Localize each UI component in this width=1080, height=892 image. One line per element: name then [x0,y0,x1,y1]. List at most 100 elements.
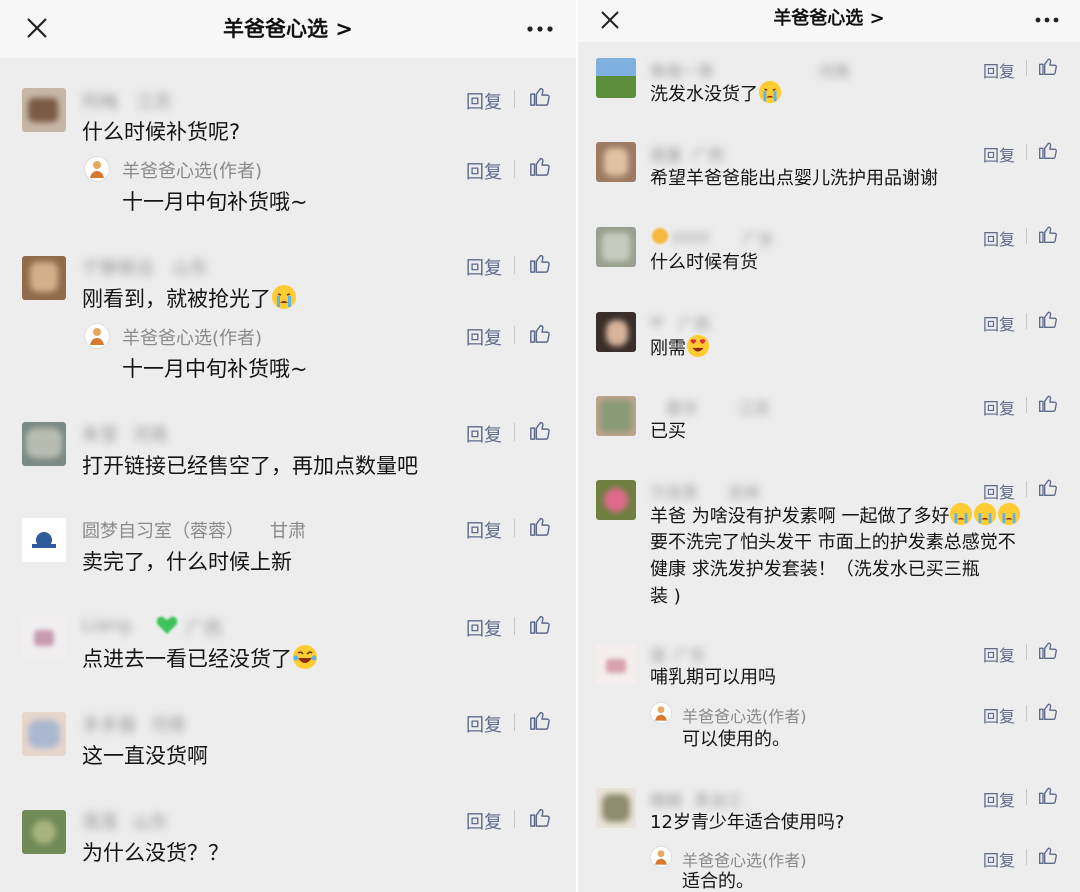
commenter-location: 河南 [132,425,168,446]
reply-button[interactable]: 回复 [983,847,1015,871]
avatar [22,256,66,300]
cry-emoji [272,285,296,309]
like-icon[interactable] [1038,785,1058,805]
left-header: 羊爸爸心选 > [0,0,576,58]
avatar [596,227,636,267]
avatar [22,810,66,854]
like-icon[interactable] [1038,845,1058,865]
cry-emoji [974,502,997,526]
commenter-name: 楠楠 [650,791,683,810]
commenter-location: 广西 [692,146,725,165]
divider [1026,789,1027,805]
like-icon[interactable] [529,613,551,635]
commenter-location: 黑龙江 [694,791,743,810]
commenter-location: 广东 [674,646,707,665]
like-icon[interactable] [529,419,551,441]
reply-button[interactable]: 回复 [983,142,1015,166]
right-comment-panel: 羊爸爸心选 > 等我一等 河南 洗发水没货了 回复 蓓蕾 广西 希望羊爸爸能出点… [578,0,1080,892]
green-heart-icon [156,616,178,634]
left-comment-panel: 羊爸爸心选 > 阿梅 江苏 什么时候补货呢? 回复 羊爸爸心选(作者) 十一月中… [0,0,576,892]
comment-text: 刚需 [650,334,710,362]
reply-button[interactable]: 回复 [466,711,502,737]
commenter-name: 阿梅 [82,92,118,113]
commenter-name: 宁静致远 [82,258,154,279]
like-icon[interactable] [1038,56,1058,76]
reply-button[interactable]: 回复 [466,158,502,184]
reply-button[interactable]: 回复 [983,479,1015,503]
thumbs-emoji [652,228,668,244]
comment-text: 洗发水没货了 [650,80,782,108]
avatar [596,788,636,828]
divider [514,713,515,731]
author-name: 羊爸爸心选(作者) [122,328,263,349]
comment-text-line: 羊爸 为啥没有护发素啊 一起做了多好 [650,502,1021,530]
cry-emoji [998,502,1021,526]
comment-text: 点进去一看已经没货了 [82,643,318,673]
commenter-name: yyyy [672,226,710,245]
author-avatar-icon [650,846,672,868]
avatar [22,616,66,660]
author-reply-text: 可以使用的。 [682,729,790,750]
like-icon[interactable] [1038,309,1058,329]
cry-emoji [758,80,782,104]
commenter-location: 广西 [186,619,222,640]
like-icon[interactable] [1038,701,1058,721]
more-icon[interactable] [526,25,554,33]
divider [514,519,515,537]
like-icon[interactable] [529,709,551,731]
comment-text: 卖完了，什么时候上新 [82,550,292,574]
reply-button[interactable]: 回复 [466,615,502,641]
comment-text: 12岁青少年适合使用吗? [650,812,845,833]
reply-button[interactable]: 回复 [466,88,502,114]
reply-button[interactable]: 回复 [983,311,1015,335]
commenter-name: 多多猫 [82,715,136,736]
like-icon[interactable] [529,155,551,177]
avatar [22,88,66,132]
avatar [596,480,636,520]
like-icon[interactable] [1038,224,1058,244]
like-icon[interactable] [1038,140,1058,160]
comment-text-line: 要不洗完了怕头发干 市面上的护发素总感觉不 [650,532,1016,553]
more-icon[interactable] [1034,16,1060,24]
reply-button[interactable]: 回复 [983,703,1015,727]
commenter-location: 江苏 [738,399,771,418]
like-icon[interactable] [1038,477,1058,497]
reply-button[interactable]: 回复 [466,517,502,543]
comment-text: 希望羊爸爸能出点婴儿洗护用品谢谢 [650,168,938,189]
reply-button[interactable]: 回复 [466,421,502,447]
divider [1026,313,1027,329]
avatar [596,58,636,98]
commenter-name: 万佳恩 [650,483,699,502]
author-avatar-icon [84,323,110,349]
like-icon[interactable] [1038,640,1058,660]
like-icon[interactable] [529,515,551,537]
commenter-location: 甘肃 [270,521,306,542]
page-title[interactable]: 羊爸爸心选 > [0,0,576,58]
commenter-location: 山东 [172,258,208,279]
like-icon[interactable] [529,252,551,274]
reply-button[interactable]: 回复 [983,226,1015,250]
reply-button[interactable]: 回复 [466,808,502,834]
commenter-name: Liang [82,615,131,636]
avatar [596,396,636,436]
avatar [596,142,636,182]
comment-text-line: 健康 求洗发护发套装！（洗发水已买三瓶 [650,559,980,580]
reply-button[interactable]: 回复 [466,254,502,280]
cry-emoji [950,502,973,526]
like-icon[interactable] [529,85,551,107]
commenter-name: 圆梦自习室（蓉蓉） [82,521,244,542]
divider [1026,644,1027,660]
author-reply-text: 十一月中旬补货哦~ [122,190,308,214]
page-title[interactable]: 羊爸爸心选 > [578,0,1080,38]
divider [514,90,515,108]
reply-button[interactable]: 回复 [466,324,502,350]
comment-text: 什么时候补货呢? [82,120,241,144]
reply-button[interactable]: 回复 [983,58,1015,82]
comment-text: 哺乳期可以用吗 [650,667,776,688]
like-icon[interactable] [529,322,551,344]
like-icon[interactable] [1038,393,1058,413]
reply-button[interactable]: 回复 [983,642,1015,666]
like-icon[interactable] [529,806,551,828]
reply-button[interactable]: 回复 [983,787,1015,811]
reply-button[interactable]: 回复 [983,395,1015,419]
